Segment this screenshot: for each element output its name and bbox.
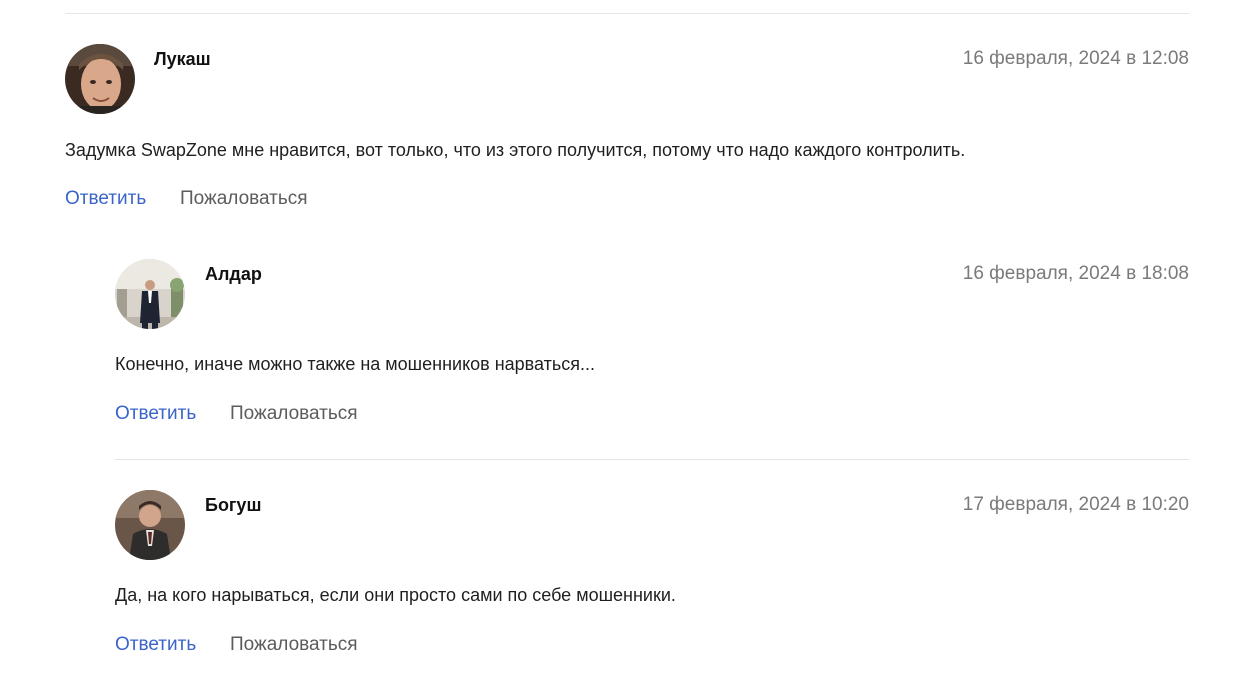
report-button[interactable]: Пожаловаться <box>230 634 358 656</box>
comment-author: Лукаш <box>154 49 211 69</box>
top-divider <box>65 13 1189 14</box>
comment-text: Конечно, иначе можно также на мошенников… <box>115 354 596 374</box>
comment-author: Алдар <box>205 264 262 284</box>
comment-author: Богуш <box>205 495 262 515</box>
avatar[interactable] <box>115 259 185 329</box>
comment-date: 16 февраля, 2024 в 18:08 <box>962 263 1189 284</box>
avatar[interactable] <box>65 44 135 114</box>
comment-divider <box>115 459 1189 460</box>
comment-date: 16 февраля, 2024 в 12:08 <box>962 48 1189 69</box>
report-button[interactable]: Пожаловаться <box>230 403 358 425</box>
reply-button[interactable]: Ответить <box>115 634 196 656</box>
reply-button[interactable]: Ответить <box>115 403 196 425</box>
comment-date: 17 февраля, 2024 в 10:20 <box>962 494 1189 515</box>
avatar[interactable] <box>115 490 185 560</box>
comment-text: Да, на кого нарываться, если они просто … <box>115 585 676 605</box>
report-button[interactable]: Пожаловаться <box>180 188 308 210</box>
comment-text: Задумка SwapZone мне нравится, вот тольк… <box>65 140 966 160</box>
reply-button[interactable]: Ответить <box>65 188 146 210</box>
